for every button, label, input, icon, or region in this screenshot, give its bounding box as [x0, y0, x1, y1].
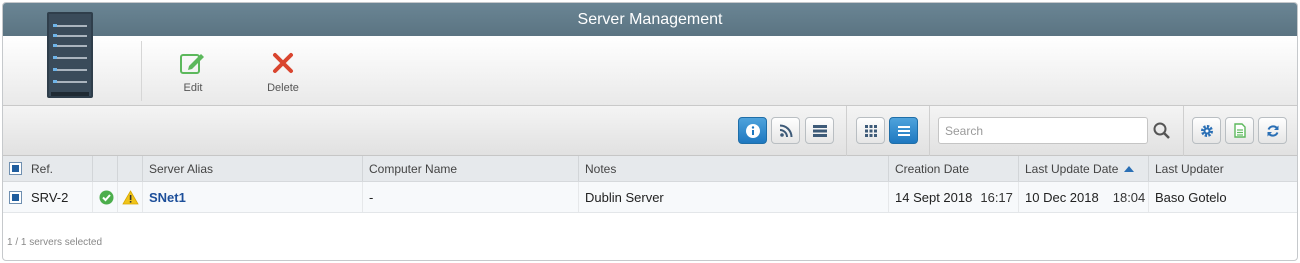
- row-checkbox[interactable]: [9, 190, 22, 204]
- column-header-last-update-date[interactable]: Last Update Date: [1019, 156, 1149, 181]
- search-input[interactable]: [938, 117, 1148, 144]
- server-alias-link[interactable]: SNet1: [149, 190, 186, 205]
- selection-status: 1 / 1 servers selected: [7, 237, 103, 248]
- feed-button[interactable]: [771, 117, 800, 144]
- column-header-notes[interactable]: Notes: [579, 156, 889, 181]
- column-header-computer-name[interactable]: Computer Name: [363, 156, 579, 181]
- notes-value: Dublin Server: [585, 189, 664, 205]
- refresh-icon: [1267, 124, 1278, 137]
- refresh-button[interactable]: [1258, 117, 1287, 144]
- column-header-creation-date[interactable]: Creation Date: [889, 156, 1019, 181]
- cell-notes: Dublin Server: [579, 182, 889, 212]
- ribbon-separator: [141, 41, 142, 101]
- ref-value: SRV-2: [31, 189, 69, 205]
- toolbar-separator: [846, 106, 847, 156]
- column-header-server-alias[interactable]: Server Alias: [143, 156, 363, 181]
- computer-name-value: -: [369, 189, 374, 205]
- column-header-ref[interactable]: Ref.: [3, 156, 93, 181]
- cell-last-updater: Baso Gotelo: [1149, 182, 1297, 212]
- list-view-button[interactable]: [889, 117, 918, 144]
- last-update-date-value: 10 Dec 2018: [1025, 189, 1099, 205]
- column-header-last-updater[interactable]: Last Updater: [1149, 156, 1297, 181]
- settings-button[interactable]: [1192, 117, 1221, 144]
- last-updater-value: Baso Gotelo: [1155, 189, 1227, 205]
- cell-status: [93, 182, 118, 212]
- grid-view-icon: [864, 124, 877, 137]
- cell-creation-date: 14 Sept 2018 16:17: [889, 182, 1019, 212]
- toolbar: [3, 106, 1297, 156]
- column-label: Notes: [585, 161, 617, 176]
- column-label: Ref.: [31, 161, 54, 176]
- creation-date-value: 14 Sept 2018: [895, 189, 973, 205]
- delete-icon: [273, 53, 293, 73]
- server-rack-icon: [47, 12, 93, 98]
- cell-ref: SRV-2: [3, 182, 93, 212]
- select-all-checkbox[interactable]: [9, 162, 22, 175]
- toolbar-separator: [929, 106, 930, 156]
- window-title: Server Management: [3, 3, 1297, 36]
- list-view-icon: [897, 125, 910, 136]
- column-header-status: [93, 156, 118, 181]
- check-circle-icon: [99, 190, 114, 204]
- sort-ascending-icon: [1124, 165, 1135, 172]
- column-label: Server Alias: [149, 161, 214, 176]
- toolbar-separator: [1183, 106, 1184, 156]
- info-button[interactable]: [738, 117, 767, 144]
- delete-label: Delete: [267, 82, 299, 94]
- column-header-warning: [118, 156, 143, 181]
- cell-server-alias: SNet1: [143, 182, 363, 212]
- table-header: Ref. Server Alias Computer Name Notes Cr…: [3, 156, 1297, 182]
- ribbon: Edit Delete: [3, 12, 1297, 106]
- column-label: Last Update Date: [1025, 161, 1119, 176]
- export-icon: [1233, 123, 1246, 138]
- server-list-button[interactable]: [805, 117, 834, 144]
- rss-icon: [779, 124, 792, 137]
- delete-button[interactable]: Delete: [253, 50, 313, 94]
- table-row[interactable]: SRV-2 SNet1 - Dublin Server 14 Sept 2018: [3, 182, 1297, 213]
- server-list-icon: [812, 124, 827, 137]
- edit-label: Edit: [183, 82, 203, 94]
- edit-button[interactable]: Edit: [163, 50, 223, 94]
- warning-icon: [122, 189, 139, 204]
- server-management-window: Server Management Edit Delete Search Ref…: [2, 2, 1298, 261]
- cell-warning: [118, 182, 143, 212]
- grid-view-button[interactable]: [856, 117, 885, 144]
- cell-computer-name: -: [363, 182, 579, 212]
- column-label: Last Updater: [1155, 161, 1224, 176]
- column-label: Creation Date: [895, 161, 970, 176]
- cell-last-update-date: 10 Dec 2018 18:04: [1019, 182, 1149, 212]
- last-update-time-value: 18:04: [1112, 189, 1146, 205]
- column-label: Computer Name: [369, 161, 458, 176]
- export-button[interactable]: [1225, 117, 1254, 144]
- creation-time-value: 16:17: [980, 189, 1013, 205]
- info-icon: [745, 123, 760, 138]
- search-icon[interactable]: [1153, 122, 1170, 139]
- edit-icon: [180, 54, 204, 74]
- settings-icon: [1200, 124, 1213, 137]
